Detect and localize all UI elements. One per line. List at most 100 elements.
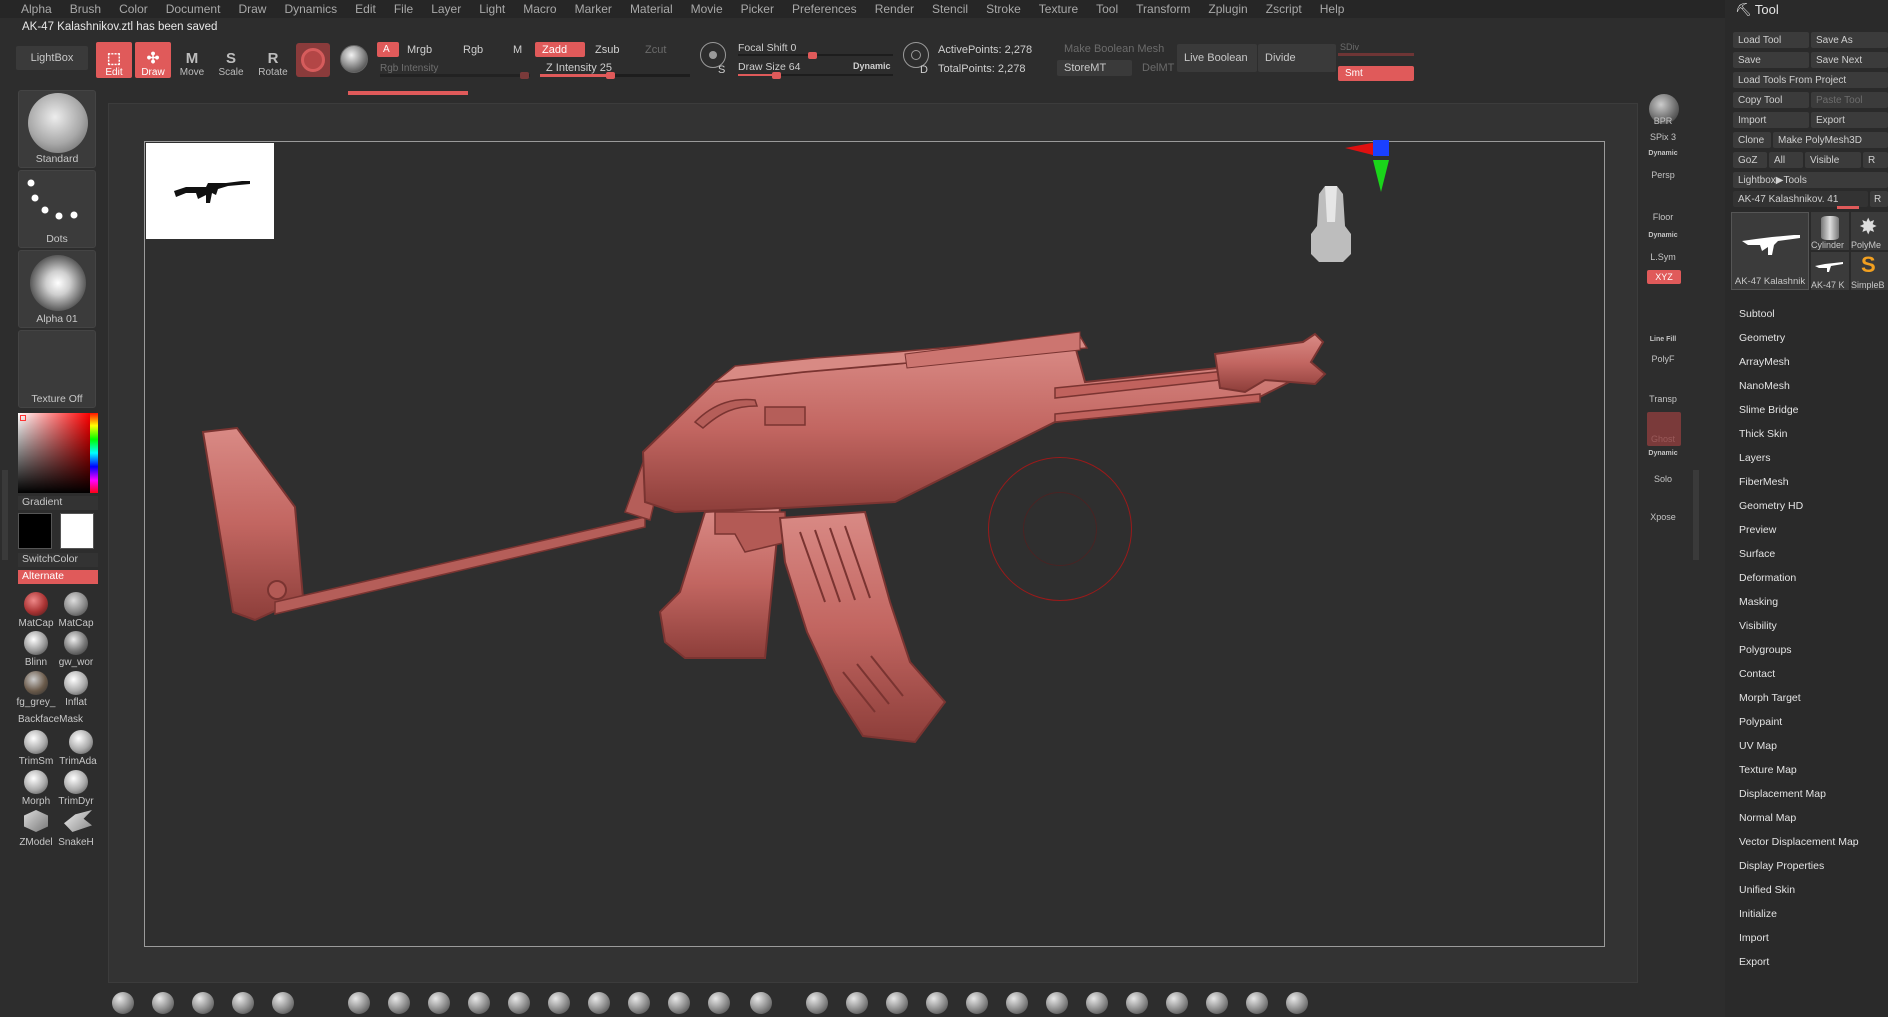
rgb-button[interactable]: Rgb <box>456 42 496 57</box>
solo-button[interactable]: Solo <box>1643 474 1683 484</box>
menu-alpha[interactable]: Alpha <box>12 2 61 16</box>
quick-brush-icon[interactable] <box>708 992 730 1014</box>
menu-stencil[interactable]: Stencil <box>923 2 977 16</box>
tool-section-masking[interactable]: Masking <box>1739 596 1778 608</box>
zadd-button[interactable]: Zadd <box>535 42 585 57</box>
goz-button[interactable]: GoZ <box>1733 152 1767 168</box>
make-polymesh3d-button[interactable]: Make PolyMesh3D <box>1773 132 1888 148</box>
matcap-red-icon[interactable] <box>24 592 48 616</box>
goz-all-button[interactable]: All <box>1769 152 1803 168</box>
primary-color-swatch[interactable] <box>18 513 52 549</box>
stroke-thumbnail[interactable]: Dots <box>18 170 96 248</box>
trimdyn-icon[interactable] <box>64 770 88 794</box>
color-picker[interactable] <box>18 413 98 493</box>
tool-section-geometry-hd[interactable]: Geometry HD <box>1739 500 1803 512</box>
quick-brush-icon[interactable] <box>886 992 908 1014</box>
quick-brush-icon[interactable] <box>348 992 370 1014</box>
right-tray-handle[interactable] <box>1693 470 1699 560</box>
menu-edit[interactable]: Edit <box>346 2 385 16</box>
dynamic-label[interactable]: Dynamic <box>853 61 891 71</box>
load-tool-button[interactable]: Load Tool <box>1733 32 1809 48</box>
quick-brush-icon[interactable] <box>1006 992 1028 1014</box>
goz-visible-button[interactable]: Visible <box>1805 152 1861 168</box>
zcut-button[interactable]: Zcut <box>638 42 678 57</box>
draw-button[interactable]: ✣ Draw <box>135 42 171 78</box>
tool-section-deformation[interactable]: Deformation <box>1739 572 1796 584</box>
menu-draw[interactable]: Draw <box>229 2 275 16</box>
menu-brush[interactable]: Brush <box>61 2 110 16</box>
menu-zplugin[interactable]: Zplugin <box>1199 2 1256 16</box>
tool-section-display-properties[interactable]: Display Properties <box>1739 860 1824 872</box>
tool-section-nanomesh[interactable]: NanoMesh <box>1739 380 1790 392</box>
tool-section-arraymesh[interactable]: ArrayMesh <box>1739 356 1790 368</box>
polyf-button[interactable]: PolyF <box>1643 354 1683 364</box>
transp-button[interactable]: Transp <box>1643 394 1683 404</box>
tool-thumb-cylinder[interactable]: Cylinder <box>1811 212 1849 250</box>
menu-file[interactable]: File <box>385 2 422 16</box>
scale-button[interactable]: S Scale <box>213 42 249 78</box>
rotate-button[interactable]: R Rotate <box>255 42 291 78</box>
tool-section-preview[interactable]: Preview <box>1739 524 1776 536</box>
zsub-button[interactable]: Zsub <box>588 42 636 57</box>
quick-brush-icon[interactable] <box>1086 992 1108 1014</box>
z-intensity-slider[interactable] <box>540 72 690 79</box>
trimsm-icon[interactable] <box>24 730 48 754</box>
fg-grey-icon[interactable] <box>24 671 48 695</box>
quick-brush-icon[interactable] <box>388 992 410 1014</box>
quick-brush-icon[interactable] <box>1206 992 1228 1014</box>
alternate-button[interactable]: Alternate <box>18 570 98 584</box>
texture-thumbnail[interactable]: Texture Off <box>18 330 96 408</box>
zmodeler-icon[interactable] <box>24 810 48 832</box>
quick-brush-icon[interactable] <box>232 992 254 1014</box>
secondary-color-swatch[interactable] <box>60 513 94 549</box>
current-tool-slider-knob[interactable] <box>1837 206 1859 209</box>
menu-transform[interactable]: Transform <box>1127 2 1199 16</box>
tool-section-morph-target[interactable]: Morph Target <box>1739 692 1801 704</box>
quick-brush-icon[interactable] <box>152 992 174 1014</box>
quick-brush-icon[interactable] <box>1126 992 1148 1014</box>
goz-r-button[interactable]: R <box>1863 152 1888 168</box>
brush-thumbnail[interactable]: Standard <box>18 90 96 168</box>
quick-brush-icon[interactable] <box>192 992 214 1014</box>
clone-button[interactable]: Clone <box>1733 132 1771 148</box>
snakehook-icon[interactable] <box>64 810 92 832</box>
quick-brush-icon[interactable] <box>750 992 772 1014</box>
m-button[interactable]: M <box>506 42 528 57</box>
save-button[interactable]: Save <box>1733 52 1809 68</box>
draw-size-knob[interactable] <box>772 72 781 79</box>
menu-stroke[interactable]: Stroke <box>977 2 1030 16</box>
tool-section-unified-skin[interactable]: Unified Skin <box>1739 884 1795 896</box>
make-boolean-mesh-button[interactable]: Make Boolean Mesh <box>1057 41 1167 57</box>
quick-brush-icon[interactable] <box>926 992 948 1014</box>
quick-brush-icon[interactable] <box>1286 992 1308 1014</box>
inflat-icon[interactable] <box>64 671 88 695</box>
tool-section-geometry[interactable]: Geometry <box>1739 332 1785 344</box>
tool-section-initialize[interactable]: Initialize <box>1739 908 1777 920</box>
matcap-gray-icon[interactable] <box>64 592 88 616</box>
focal-shift-knob[interactable] <box>808 52 817 59</box>
quick-brush-icon[interactable] <box>628 992 650 1014</box>
spix-label[interactable]: SPix 3 <box>1643 132 1683 142</box>
gw-wor-icon[interactable] <box>64 631 88 655</box>
menu-texture[interactable]: Texture <box>1030 2 1087 16</box>
quick-brush-icon[interactable] <box>468 992 490 1014</box>
draw-size-slider[interactable] <box>738 72 893 79</box>
menu-tool[interactable]: Tool <box>1087 2 1127 16</box>
tool-section-subtool[interactable]: Subtool <box>1739 308 1775 320</box>
floor-button[interactable]: Floor <box>1643 212 1683 222</box>
tool-section-uv-map[interactable]: UV Map <box>1739 740 1777 752</box>
quick-brush-icon[interactable] <box>806 992 828 1014</box>
tool-section-import[interactable]: Import <box>1739 932 1769 944</box>
tool-thumb-ak47[interactable]: AK-47 Kalashnik <box>1731 212 1809 290</box>
lightbox-button[interactable]: LightBox <box>16 46 88 70</box>
gradient-button[interactable]: Gradient <box>18 496 98 510</box>
import-button[interactable]: Import <box>1733 112 1809 128</box>
quick-brush-icon[interactable] <box>846 992 868 1014</box>
tool-section-contact[interactable]: Contact <box>1739 668 1775 680</box>
current-tool-r-button[interactable]: R <box>1870 191 1888 207</box>
rgb-intensity-slider[interactable] <box>380 72 530 79</box>
a-button[interactable]: A <box>377 42 399 57</box>
menu-render[interactable]: Render <box>866 2 923 16</box>
current-tool-slider[interactable]: AK-47 Kalashnikov. 41 <box>1733 191 1868 207</box>
quick-brush-icon[interactable] <box>588 992 610 1014</box>
